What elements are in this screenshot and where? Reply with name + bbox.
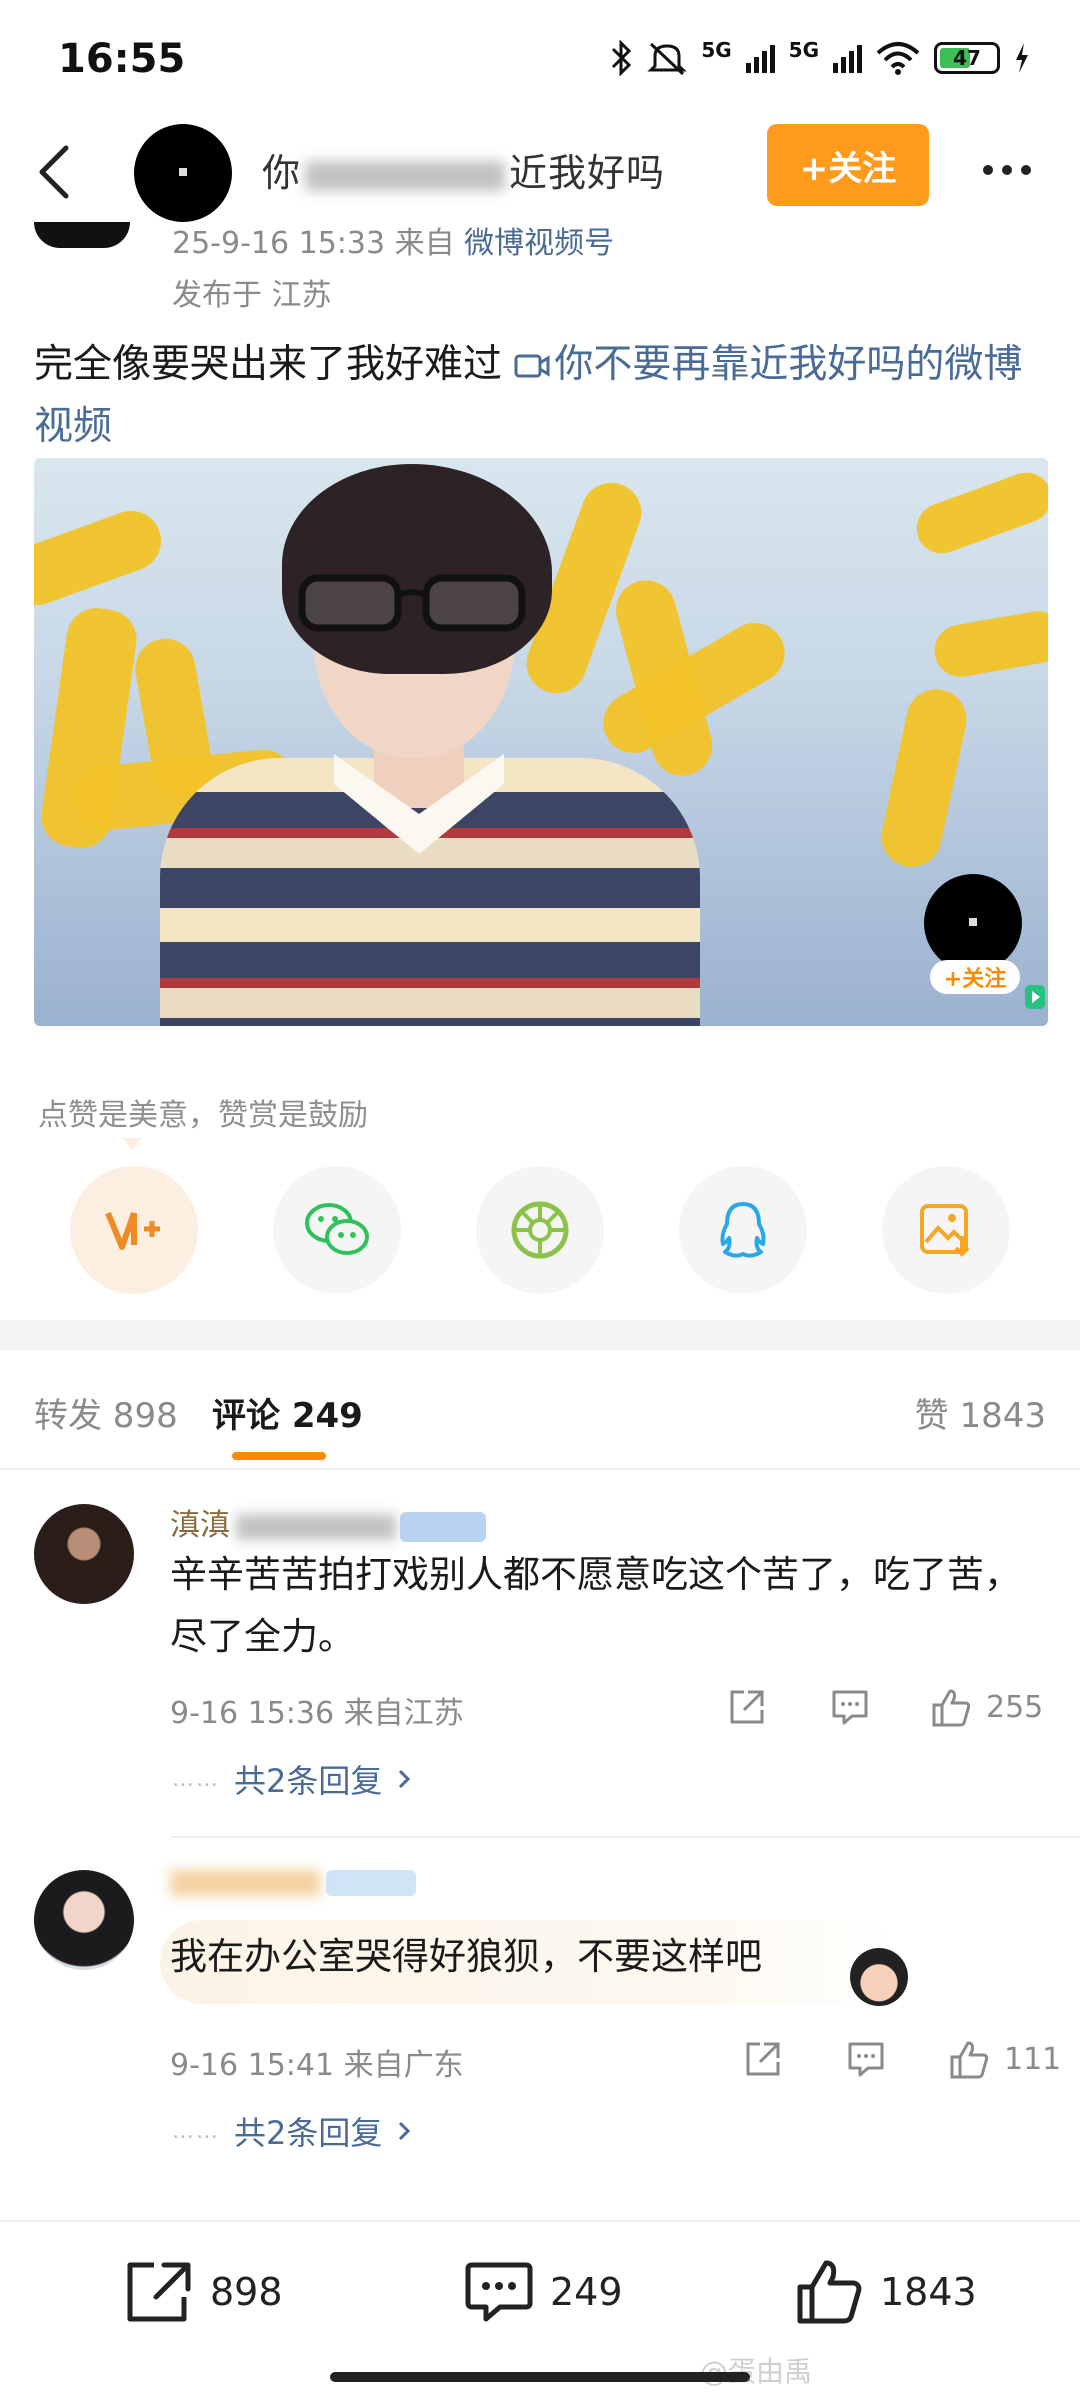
post-body: 完全像要哭出来了我好难过 [34, 342, 515, 387]
tab-reposts[interactable]: 转发 898 [34, 1388, 178, 1437]
comment-icon [832, 1690, 868, 1725]
mute-icon [647, 42, 687, 76]
chevron-right-icon [399, 2121, 411, 2141]
share-moments-button[interactable] [476, 1166, 604, 1294]
comment-replies-link[interactable]: …… 共2条回复 [172, 1756, 412, 1802]
watermark: @蛋由禹 [700, 2355, 813, 2388]
post-header: 你 近我好吗 +关注 [0, 120, 1080, 228]
moments-icon [511, 1201, 569, 1259]
status-time: 16:55 [58, 36, 186, 82]
network-type-2: 5G [788, 38, 819, 62]
comment-icon [848, 2042, 884, 2077]
comment-share-button[interactable] [728, 1682, 766, 1732]
home-indicator[interactable] [330, 2372, 750, 2382]
post-source-link[interactable]: 微博视频号 [464, 226, 614, 261]
video-player[interactable]: +关注 [34, 458, 1048, 1026]
share-row [0, 1166, 1080, 1296]
bubble-sticker [850, 1948, 908, 2006]
chevron-right-icon [399, 1769, 411, 1789]
tip-caret [122, 1138, 142, 1150]
repost-button[interactable]: 898 [124, 2252, 283, 2332]
video-author-avatar[interactable] [924, 874, 1022, 972]
comment-text: 辛辛苦苦拍打戏别人都不愿意吃这个苦了，吃了苦，尽了全力。 [170, 1553, 1021, 1658]
comment-separator [170, 1836, 1080, 1838]
bluetooth-icon [612, 40, 632, 76]
qq-icon [720, 1202, 766, 1258]
tab-active-indicator [232, 1452, 326, 1460]
network-type-1: 5G [701, 38, 732, 62]
comment-count: 249 [550, 2270, 623, 2314]
share-qq-button[interactable] [679, 1166, 807, 1294]
tab-likes[interactable]: 赞 1843 [915, 1388, 1046, 1437]
wechat-icon [305, 1203, 369, 1255]
charging-icon [1016, 43, 1028, 73]
follow-button[interactable]: +关注 [767, 124, 929, 206]
comment-reply-button[interactable] [830, 1682, 870, 1732]
post-text: 完全像要哭出来了我好难过 你不要再靠近我好吗的微博视频 [34, 334, 1044, 458]
header-title-start: 你 [262, 151, 302, 195]
comment-replies-link[interactable]: …… 共2条回复 [172, 2108, 412, 2154]
save-image-button[interactable] [882, 1166, 1010, 1294]
video-app-logo-icon [1025, 985, 1045, 1009]
share-icon [746, 2042, 780, 2076]
comment-like-count: 255 [986, 1689, 1044, 1725]
post-time: 25-9-16 15:33 来自 [172, 226, 465, 261]
commenter-avatar[interactable] [34, 1870, 134, 1970]
like-count: 1843 [880, 2270, 977, 2314]
like-button[interactable]: 1843 [794, 2252, 977, 2332]
commenter-name[interactable] [170, 1864, 416, 1899]
thumbs-up-icon [797, 2260, 862, 2324]
author-avatar[interactable] [134, 124, 232, 222]
comment-button[interactable]: 249 [464, 2252, 623, 2332]
comment-text: 我在办公室哭得好狼狈，不要这样吧 [170, 1935, 762, 1978]
tab-comments[interactable]: 评论 249 [212, 1388, 363, 1437]
commenter-avatar[interactable] [34, 1504, 134, 1604]
header-title: 你 近我好吗 [262, 142, 665, 197]
reward-tip: 点赞是美意，赞赏是鼓励 [38, 1098, 368, 1133]
status-bar: 16:55 5G 5G 47 [0, 0, 1080, 120]
comment-like-count: 111 [1004, 2041, 1062, 2077]
more-options-button[interactable] [972, 140, 1042, 200]
author-avatar-partial [34, 222, 130, 248]
thumbs-up-icon [950, 2041, 989, 2079]
comment-like-button[interactable]: 255 [930, 1682, 1043, 1732]
signal-icon [833, 43, 862, 73]
video-follow-button[interactable]: +关注 [930, 960, 1020, 994]
post-location: 发布于 江苏 [172, 278, 332, 313]
repost-count: 898 [210, 2270, 283, 2314]
video-icon [514, 354, 550, 378]
reward-icon [105, 1211, 160, 1250]
tabs-divider [0, 1468, 1080, 1470]
section-divider [0, 1320, 1080, 1350]
interaction-tabs: 转发 898 评论 249 赞 1843 [0, 1350, 1080, 1470]
share-wechat-button[interactable] [273, 1166, 401, 1294]
comment-share-button[interactable] [744, 2034, 782, 2084]
reward-button[interactable] [70, 1166, 198, 1294]
post-time-source: 25-9-16 15:33 来自 微博视频号 [172, 218, 614, 262]
comment-meta: 9-16 15:36 来自江苏 [170, 1696, 464, 1731]
chevron-left-icon [39, 145, 69, 199]
comment-reply-button[interactable] [846, 2034, 886, 2084]
commenter-name[interactable]: 滇滇 [170, 1500, 486, 1544]
thumbs-up-icon [932, 1689, 971, 1727]
comment-like-button[interactable]: 111 [948, 2034, 1061, 2084]
repost-icon [127, 2262, 191, 2322]
save-image-icon [920, 1204, 970, 1257]
back-button[interactable] [24, 132, 84, 212]
signal-icon [745, 43, 775, 73]
comment-icon [465, 2262, 533, 2322]
status-icons: 5G 5G 47 [609, 38, 1030, 78]
share-icon [730, 1690, 764, 1724]
wifi-icon [876, 42, 920, 75]
comment-meta: 9-16 15:41 来自广东 [170, 2048, 464, 2083]
header-title-end: 近我好吗 [509, 151, 666, 195]
battery-icon: 47 [934, 42, 1000, 74]
